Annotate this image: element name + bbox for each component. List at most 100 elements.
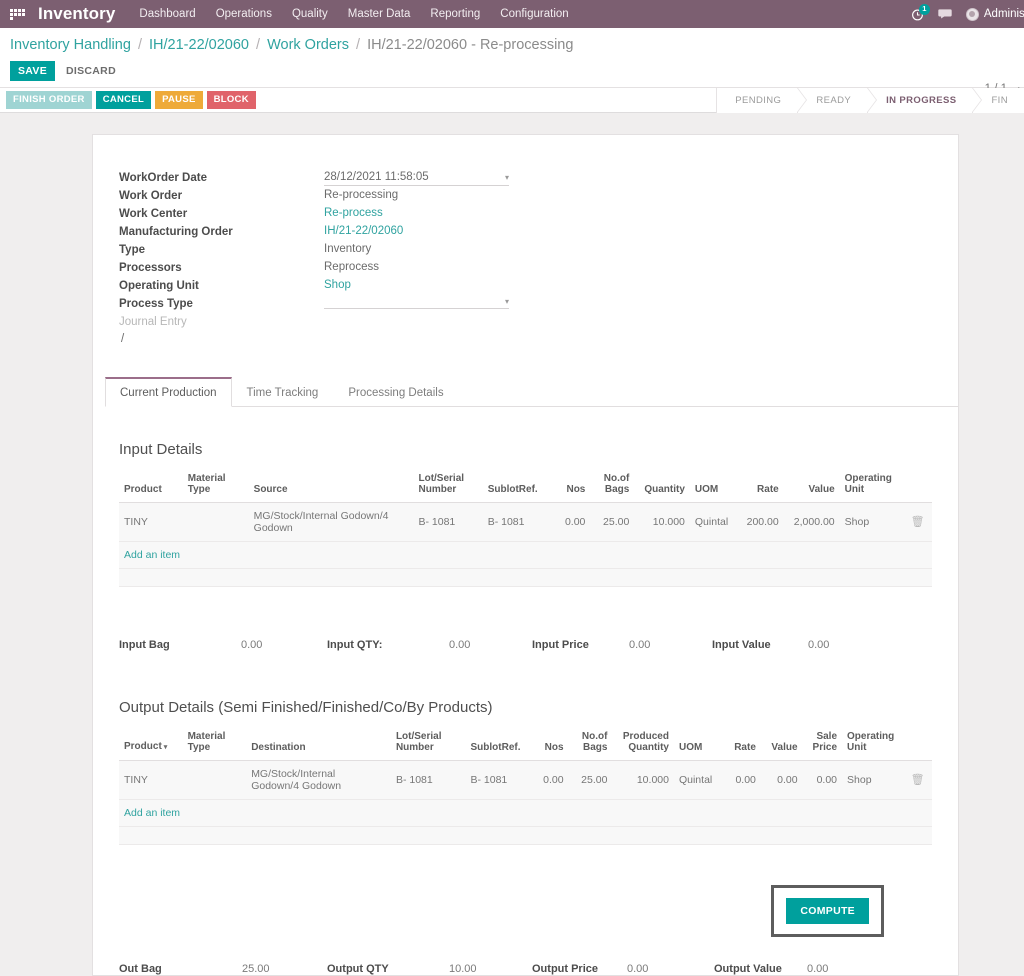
- col-lot-serial-number[interactable]: Lot/Serial Number: [390, 727, 466, 761]
- cell-product[interactable]: TINY: [119, 502, 183, 542]
- cell-uom[interactable]: Quintal: [673, 760, 722, 800]
- menu-item-dashboard[interactable]: Dashboard: [139, 8, 195, 20]
- compute-button[interactable]: COMPUTE: [786, 896, 869, 924]
- chevron-down-icon[interactable]: ▾: [505, 297, 509, 306]
- operating-unit-link[interactable]: Shop: [324, 279, 509, 291]
- col-no-of-bags[interactable]: No.of Bags: [568, 727, 613, 761]
- cell-value[interactable]: 2,000.00: [783, 502, 840, 542]
- journal-entry-value-row: /: [119, 333, 958, 351]
- status-stage-ready[interactable]: READY: [797, 88, 877, 113]
- col-rate[interactable]: Rate: [737, 469, 784, 503]
- col-sale-price[interactable]: Sale Price: [802, 727, 843, 761]
- col-material-type[interactable]: Material Type: [182, 469, 249, 503]
- chat-bubble-icon[interactable]: [938, 8, 952, 20]
- cell-operating-unit[interactable]: Shop: [839, 502, 906, 542]
- finish-order-button[interactable]: FINISH ORDER: [6, 91, 92, 109]
- col-operating-unit[interactable]: Operating Unit: [839, 469, 906, 503]
- work-center-link[interactable]: Re-process: [324, 207, 509, 219]
- cancel-button[interactable]: CANCEL: [95, 91, 152, 109]
- cell-rate[interactable]: 200.00: [737, 502, 784, 542]
- col-sublot-ref[interactable]: SublotRef.: [465, 727, 532, 761]
- col-nos[interactable]: Nos: [548, 469, 591, 503]
- field-label: Process Type: [119, 298, 193, 310]
- tab-time-tracking[interactable]: Time Tracking: [232, 378, 334, 406]
- total-value: 0.00: [241, 639, 263, 651]
- tab-current-production[interactable]: Current Production: [105, 377, 232, 407]
- cell-value[interactable]: 0.00: [760, 760, 803, 800]
- discard-button[interactable]: DISCARD: [62, 61, 120, 81]
- breadcrumb-item-order-ref[interactable]: IH/21-22/02060: [149, 37, 249, 53]
- pause-button[interactable]: PAUSE: [155, 91, 203, 109]
- activity-menu[interactable]: 1: [911, 3, 930, 21]
- add-an-item-link[interactable]: Add an item: [124, 807, 180, 819]
- cell-operating-unit[interactable]: Shop: [842, 760, 906, 800]
- sort-caret-icon[interactable]: ▾: [164, 744, 168, 751]
- cell-material-type[interactable]: [182, 502, 249, 542]
- cell-material-type[interactable]: [182, 760, 247, 800]
- field-label: Work Center: [119, 208, 188, 220]
- trash-icon[interactable]: 🗑: [911, 774, 925, 786]
- col-uom[interactable]: UOM: [689, 469, 738, 503]
- col-product[interactable]: Product ▾: [119, 727, 183, 761]
- block-button[interactable]: BLOCK: [206, 91, 256, 109]
- table-row[interactable]: TINY MG/Stock/Internal Godown/4 Godown B…: [119, 502, 932, 542]
- process-type-select[interactable]: ▾: [324, 297, 509, 309]
- col-material-type[interactable]: Material Type: [182, 727, 247, 761]
- total-value: 0.00: [808, 639, 830, 651]
- tab-processing-details[interactable]: Processing Details: [333, 378, 458, 406]
- cell-no-of-bags[interactable]: 25.00: [590, 502, 635, 542]
- col-quantity[interactable]: Quantity: [634, 469, 690, 503]
- total-input-price: Input Price: [532, 639, 629, 651]
- col-uom[interactable]: UOM: [673, 727, 722, 761]
- chevron-down-icon[interactable]: ▾: [505, 173, 509, 182]
- main-menu: Dashboard Operations Quality Master Data…: [139, 8, 568, 20]
- trash-icon[interactable]: 🗑: [911, 516, 925, 528]
- breadcrumb-item-inventory-handling[interactable]: Inventory Handling: [10, 37, 131, 53]
- cell-sublot-ref[interactable]: B- 1081: [465, 760, 532, 800]
- output-details-section: Output Details (Semi Finished/Finished/C…: [93, 699, 958, 845]
- menu-item-reporting[interactable]: Reporting: [430, 8, 480, 20]
- col-value[interactable]: Value: [783, 469, 840, 503]
- menu-item-quality[interactable]: Quality: [292, 8, 328, 20]
- user-menu[interactable]: Administ: [965, 7, 1024, 21]
- col-value[interactable]: Value: [760, 727, 803, 761]
- col-destination[interactable]: Destination: [246, 727, 391, 761]
- add-an-item-link[interactable]: Add an item: [124, 549, 180, 561]
- cell-source[interactable]: MG/Stock/Internal Godown/4 Godown: [248, 502, 414, 542]
- manufacturing-order-link[interactable]: IH/21-22/02060: [324, 225, 509, 237]
- cell-produced-quantity[interactable]: 10.000: [612, 760, 674, 800]
- total-value: 0.00: [629, 639, 651, 651]
- col-source[interactable]: Source: [248, 469, 414, 503]
- col-produced-quantity[interactable]: Produced Quantity: [612, 727, 674, 761]
- col-lot-serial-number[interactable]: Lot/Serial Number: [413, 469, 483, 503]
- menu-item-operations[interactable]: Operations: [216, 8, 272, 20]
- cell-product[interactable]: TINY: [119, 760, 183, 800]
- cell-rate[interactable]: 0.00: [721, 760, 761, 800]
- cell-destination[interactable]: MG/Stock/Internal Godown/4 Godown: [246, 760, 391, 800]
- cell-sublot-ref[interactable]: B- 1081: [482, 502, 549, 542]
- col-product[interactable]: Product: [119, 469, 183, 503]
- col-nos[interactable]: Nos: [531, 727, 569, 761]
- cell-quantity[interactable]: 10.000: [634, 502, 690, 542]
- col-sublot-ref[interactable]: SublotRef.: [482, 469, 549, 503]
- grid-apps-icon[interactable]: [10, 7, 28, 21]
- table-row[interactable]: TINY MG/Stock/Internal Godown/4 Godown B…: [119, 760, 932, 800]
- cell-sale-price[interactable]: 0.00: [802, 760, 843, 800]
- cell-lot-serial-number[interactable]: B- 1081: [413, 502, 483, 542]
- app-brand-title[interactable]: Inventory: [38, 4, 115, 24]
- col-operating-unit[interactable]: Operating Unit: [842, 727, 906, 761]
- menu-item-master-data[interactable]: Master Data: [348, 8, 411, 20]
- status-stage-pending[interactable]: PENDING: [716, 88, 808, 113]
- status-stage-in-progress[interactable]: IN PROGRESS: [867, 88, 983, 113]
- cell-uom[interactable]: Quintal: [689, 502, 738, 542]
- col-no-of-bags[interactable]: No.of Bags: [590, 469, 635, 503]
- cell-no-of-bags[interactable]: 25.00: [568, 760, 613, 800]
- cell-nos[interactable]: 0.00: [531, 760, 569, 800]
- cell-lot-serial-number[interactable]: B- 1081: [390, 760, 466, 800]
- save-button[interactable]: SAVE: [10, 61, 56, 81]
- cell-nos[interactable]: 0.00: [548, 502, 591, 542]
- breadcrumb-item-work-orders[interactable]: Work Orders: [267, 37, 349, 53]
- menu-item-configuration[interactable]: Configuration: [500, 8, 568, 20]
- col-rate[interactable]: Rate: [721, 727, 761, 761]
- workorder-date-input[interactable]: 28/12/2021 11:58:05 ▾: [324, 171, 509, 186]
